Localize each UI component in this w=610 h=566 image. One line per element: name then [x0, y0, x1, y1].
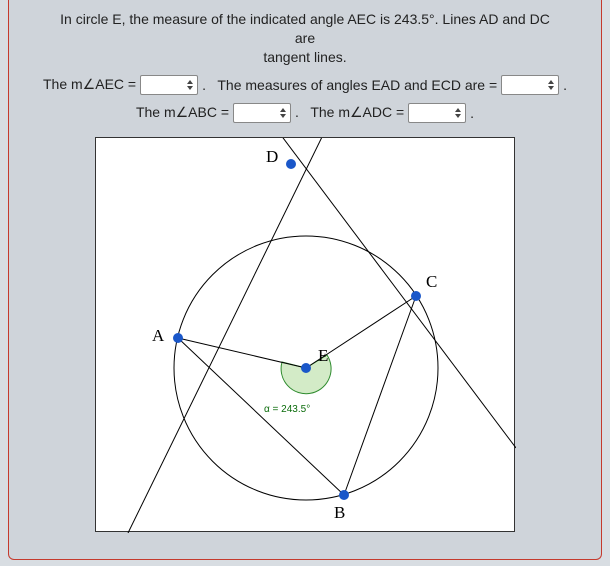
label-abc: The m∠ABC = — [136, 104, 229, 121]
point-c — [411, 291, 421, 301]
problem-statement: In circle E, the measure of the indicate… — [29, 10, 581, 67]
label-point-a: A — [152, 326, 164, 346]
point-d — [286, 159, 296, 169]
label-point-d: D — [266, 147, 278, 167]
stepper-arrows-icon[interactable] — [546, 79, 556, 91]
input-abc[interactable] — [233, 103, 291, 123]
point-a — [173, 333, 183, 343]
label-point-c: C — [426, 272, 437, 292]
seg-cb — [344, 296, 416, 495]
input-adc[interactable] — [408, 103, 466, 123]
label-point-b: B — [334, 503, 345, 523]
label-ead-ecd: . The measures of angles EAD and ECD are… — [202, 77, 497, 93]
problem-line-1: In circle E, the measure of the indicate… — [60, 11, 550, 46]
stepper-arrows-icon[interactable] — [185, 79, 195, 91]
input-ead-ecd[interactable] — [501, 75, 559, 95]
period-2: . — [470, 105, 474, 121]
geometry-diagram: A B C D E α = 243.5° — [95, 137, 515, 532]
point-b — [339, 490, 349, 500]
label-point-e: E — [318, 346, 328, 366]
problem-line-2: tangent lines. — [263, 49, 346, 65]
input-adc-field[interactable] — [415, 105, 451, 120]
stepper-arrows-icon[interactable] — [278, 107, 288, 119]
row-1: The m∠AEC = . The measures of angles EAD… — [29, 75, 581, 95]
period-1: . — [563, 77, 567, 93]
input-ead-ecd-field[interactable] — [508, 77, 544, 92]
label-adc: . The m∠ADC = — [295, 104, 404, 121]
seg-ea — [178, 338, 306, 368]
input-aec[interactable] — [140, 75, 198, 95]
point-e — [301, 363, 311, 373]
input-aec-field[interactable] — [147, 77, 183, 92]
input-abc-field[interactable] — [240, 105, 276, 120]
label-aec: The m∠AEC = — [43, 76, 136, 93]
label-angle-alpha: α = 243.5° — [264, 404, 310, 415]
stepper-arrows-icon[interactable] — [453, 107, 463, 119]
row-2: The m∠ABC = . The m∠ADC = . — [29, 103, 581, 123]
line-dc — [208, 138, 516, 448]
question-card: In circle E, the measure of the indicate… — [8, 0, 602, 560]
